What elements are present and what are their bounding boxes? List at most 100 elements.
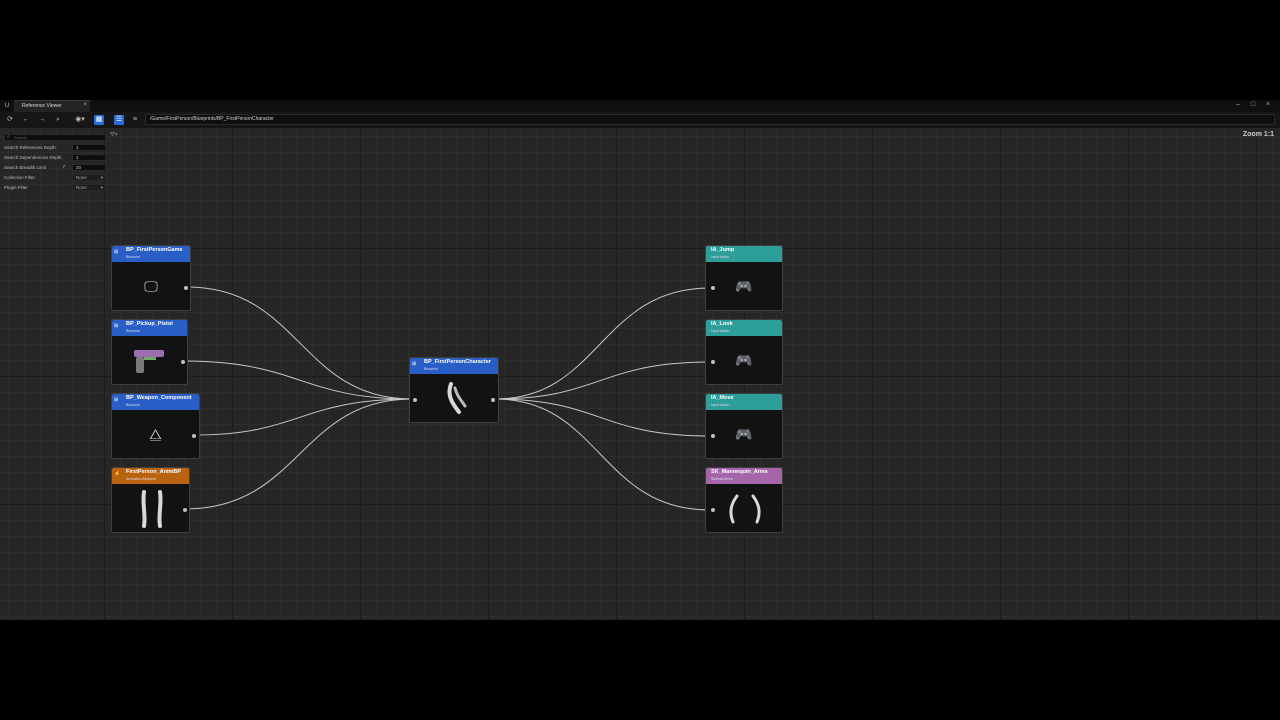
node-bp-firstpersongame[interactable]: ⊞ BP_FirstPersonGame Blueprint 🖵 [111, 245, 191, 311]
edge-character-to-jump [494, 287, 711, 400]
refresh-icon[interactable]: ⟳ [5, 115, 15, 125]
forward-icon[interactable]: → [37, 115, 47, 125]
node-header: IA_Look Input Action [706, 320, 782, 336]
dropdown-value: None [76, 185, 87, 190]
node-bp-weapon-component[interactable]: ⊞ BP_Weapon_Component Blueprint ⧋ [111, 393, 200, 459]
reference-graph[interactable]: Zoom 1:1 ⌕ Search ⛛▾ Search References D… [0, 129, 1280, 620]
output-pin[interactable] [192, 434, 196, 438]
node-header: ⚡ FirstPerson_AnimBP Animation Blueprint [112, 468, 189, 484]
node-firstperson-animbp[interactable]: ⚡ FirstPerson_AnimBP Animation Blueprint [111, 467, 190, 533]
input-pin[interactable] [711, 360, 715, 364]
component-icon: ⧋ [149, 426, 162, 442]
arms-thumbnail-icon [447, 382, 467, 414]
list-icon[interactable]: ≡ [130, 115, 140, 125]
blueprint-icon: ⊞ [412, 361, 417, 367]
asset-path-text: /Game/FirstPerson/Blueprints/BP_FirstPer… [150, 116, 274, 122]
edge-pistol-to-character [182, 360, 413, 400]
setting-label: Search Breadth Limit [4, 165, 47, 170]
setting-collection-filter: Collection Filter None ▾ [4, 174, 106, 182]
references-depth-field[interactable]: 1 [72, 144, 106, 151]
input-pin[interactable] [711, 286, 715, 290]
node-header: ⊞ BP_Pickup_Pistol Blueprint [112, 320, 187, 336]
setting-label: Search References Depth [4, 145, 56, 150]
dependencies-depth-field[interactable]: 1 [72, 154, 106, 161]
blueprint-icon: ⊞ [114, 397, 119, 403]
show-options-icon[interactable]: ◉▾ [72, 115, 88, 125]
dropdown-value: None [76, 175, 87, 180]
chevron-down-icon: ▾ [100, 175, 103, 180]
input-pin[interactable] [711, 434, 715, 438]
output-pin[interactable] [183, 508, 187, 512]
title-bar: U Reference Viewer × – □ × [0, 100, 1280, 112]
pistol-thumbnail-icon [134, 350, 164, 373]
zoom-level: Zoom 1:1 [1242, 131, 1274, 138]
asset-path-field[interactable]: /Game/FirstPerson/Blueprints/BP_FirstPer… [145, 114, 1275, 125]
node-sk-mannequin-arms[interactable]: SK_Mannequin_Arms Skeletal Mesh [705, 467, 783, 533]
node-type: Blueprint [126, 403, 140, 407]
close-window-button[interactable]: × [1262, 101, 1274, 108]
node-ia-look[interactable]: IA_Look Input Action 🎮 [705, 319, 783, 385]
filter-icon[interactable]: ☰ [114, 115, 124, 125]
toolbar: ⟳ ← → ⌕ ◉▾ ▦ ☰ ≡ /Game/FirstPerson/Bluep… [0, 112, 1280, 129]
edges-layer [182, 285, 715, 513]
filter-menu-icon[interactable]: ⛛▾ [110, 132, 118, 139]
edge-character-to-move [494, 398, 711, 437]
output-pin[interactable] [184, 286, 188, 290]
breadth-limit-field[interactable]: 20 [72, 164, 106, 171]
minimize-button[interactable]: – [1232, 101, 1244, 108]
maximize-button[interactable]: □ [1247, 101, 1259, 108]
gamepad-icon: 🎮 [735, 352, 753, 368]
node-bp-firstpersoncharacter[interactable]: ⊞ BP_FirstPersonCharacter Blueprint [409, 357, 499, 423]
node-title: BP_FirstPersonGame [126, 247, 183, 253]
edge-character-to-arms [494, 398, 711, 511]
node-type: Animation Blueprint [126, 477, 157, 481]
plugin-filter-dropdown[interactable]: None ▾ [72, 184, 106, 191]
node-ia-move[interactable]: IA_Move Input Action 🎮 [705, 393, 783, 459]
setting-references-depth: Search References Depth 1 [4, 144, 106, 152]
search-icon: ⌕ [7, 134, 10, 140]
tab-close-icon[interactable]: × [83, 102, 87, 108]
node-title: IA_Look [711, 321, 733, 327]
breadth-limit-checkbox[interactable]: ✓ [62, 164, 66, 170]
edge-anim-to-character [184, 398, 413, 510]
node-title: BP_FirstPersonCharacter [424, 359, 491, 365]
gamepad-icon: 🎮 [735, 426, 753, 442]
input-pin[interactable] [413, 398, 417, 402]
edge-game-to-character [186, 286, 413, 400]
node-type: Blueprint [126, 255, 140, 259]
node-title: IA_Move [711, 395, 734, 401]
node-title: BP_Weapon_Component [126, 395, 192, 401]
node-type: Input Action [711, 403, 730, 407]
search-input[interactable]: ⌕ Search [4, 134, 106, 141]
reference-viewer-window: U Reference Viewer × – □ × ⟳ ← → ⌕ ◉▾ ▦ … [0, 100, 1280, 620]
arms-thumbnail-icon [729, 494, 761, 524]
unreal-logo-icon: U [4, 103, 10, 109]
node-type: Skeletal Mesh [711, 477, 733, 481]
output-pin[interactable] [491, 398, 495, 402]
setting-label: Plugin Filter [4, 185, 28, 190]
collection-filter-dropdown[interactable]: None ▾ [72, 174, 106, 181]
find-path-icon[interactable]: ⌕ [53, 115, 63, 125]
back-icon[interactable]: ← [21, 115, 31, 125]
blueprint-icon: ⊞ [114, 323, 119, 329]
node-title: SK_Mannequin_Arms [711, 469, 768, 475]
node-bp-pickup-pistol[interactable]: ⊞ BP_Pickup_Pistol Blueprint [111, 319, 188, 385]
node-header: IA_Move Input Action [706, 394, 782, 410]
setting-label: Search Dependencies Depth [4, 155, 62, 160]
view-mode-icon[interactable]: ▦ [94, 115, 104, 125]
blueprint-icon: ⊞ [114, 249, 119, 255]
animation-blueprint-icon: ⚡ [114, 471, 121, 477]
setting-breadth-limit: Search Breadth Limit ✓ 20 [4, 164, 106, 172]
node-header: IA_Jump Input Action [706, 246, 782, 262]
monitor-icon: 🖵 [144, 278, 158, 294]
input-pin[interactable] [711, 508, 715, 512]
search-placeholder: Search [14, 135, 27, 140]
tab-reference-viewer[interactable]: Reference Viewer × [14, 100, 90, 112]
node-type: Input Action [711, 329, 730, 333]
edge-weapon-to-character [194, 398, 413, 436]
node-ia-jump[interactable]: IA_Jump Input Action 🎮 [705, 245, 783, 311]
output-pin[interactable] [181, 360, 185, 364]
node-type: Input Action [711, 255, 730, 259]
node-title: BP_Pickup_Pistol [126, 321, 173, 327]
node-header: ⊞ BP_Weapon_Component Blueprint [112, 394, 199, 410]
